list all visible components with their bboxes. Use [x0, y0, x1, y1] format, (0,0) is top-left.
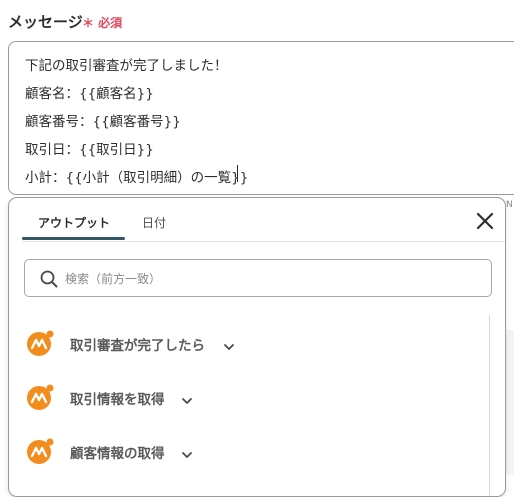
tab-divider: [22, 241, 505, 242]
message-line: 下記の取引審査が完了しました！: [25, 58, 228, 74]
list-item-label: 取引審査が完了したら: [70, 338, 205, 354]
variable-picker-popup: アウトプット 日付 取引審査が完了したら: [8, 197, 506, 497]
chevron-down-icon: [181, 392, 193, 404]
side-label: N: [506, 200, 513, 210]
required-badge: ＊ 必須: [82, 16, 123, 30]
scrollbar[interactable]: [489, 315, 490, 496]
message-textarea[interactable]: 下記の取引審査が完了しました！ 顧客名：{{顧客名}} 顧客番号：{{顧客番号}…: [8, 41, 514, 195]
search-input[interactable]: [63, 260, 487, 298]
search-box: [24, 259, 492, 298]
list-item[interactable]: 取引情報を取得: [26, 383, 266, 411]
search-icon: [40, 270, 58, 288]
field-label: メッセージ: [8, 13, 83, 31]
app-logo-icon: [26, 437, 56, 465]
list-item[interactable]: 取引審査が完了したら: [26, 329, 266, 357]
chevron-down-icon: [181, 446, 193, 458]
text-caret: [237, 165, 238, 182]
chevron-down-icon: [223, 338, 235, 350]
close-icon[interactable]: [475, 211, 495, 231]
list-item-label: 取引情報を取得: [70, 392, 165, 408]
active-tab-indicator: [22, 237, 125, 240]
tab-date[interactable]: 日付: [142, 214, 166, 231]
app-logo-icon: [26, 383, 56, 411]
message-line: 顧客名：{{顧客名}}: [25, 86, 154, 102]
app-logo-icon: [26, 329, 56, 357]
message-line: 小計：{{小計（取引明細）の一覧}}: [25, 170, 249, 186]
message-line: 顧客番号：{{顧客番号}}: [25, 114, 181, 130]
tab-output[interactable]: アウトプット: [38, 214, 110, 231]
list-item[interactable]: 顧客情報の取得: [26, 437, 266, 465]
list-item-label: 顧客情報の取得: [70, 446, 165, 462]
message-line: 取引日：{{取引日}}: [25, 142, 154, 158]
